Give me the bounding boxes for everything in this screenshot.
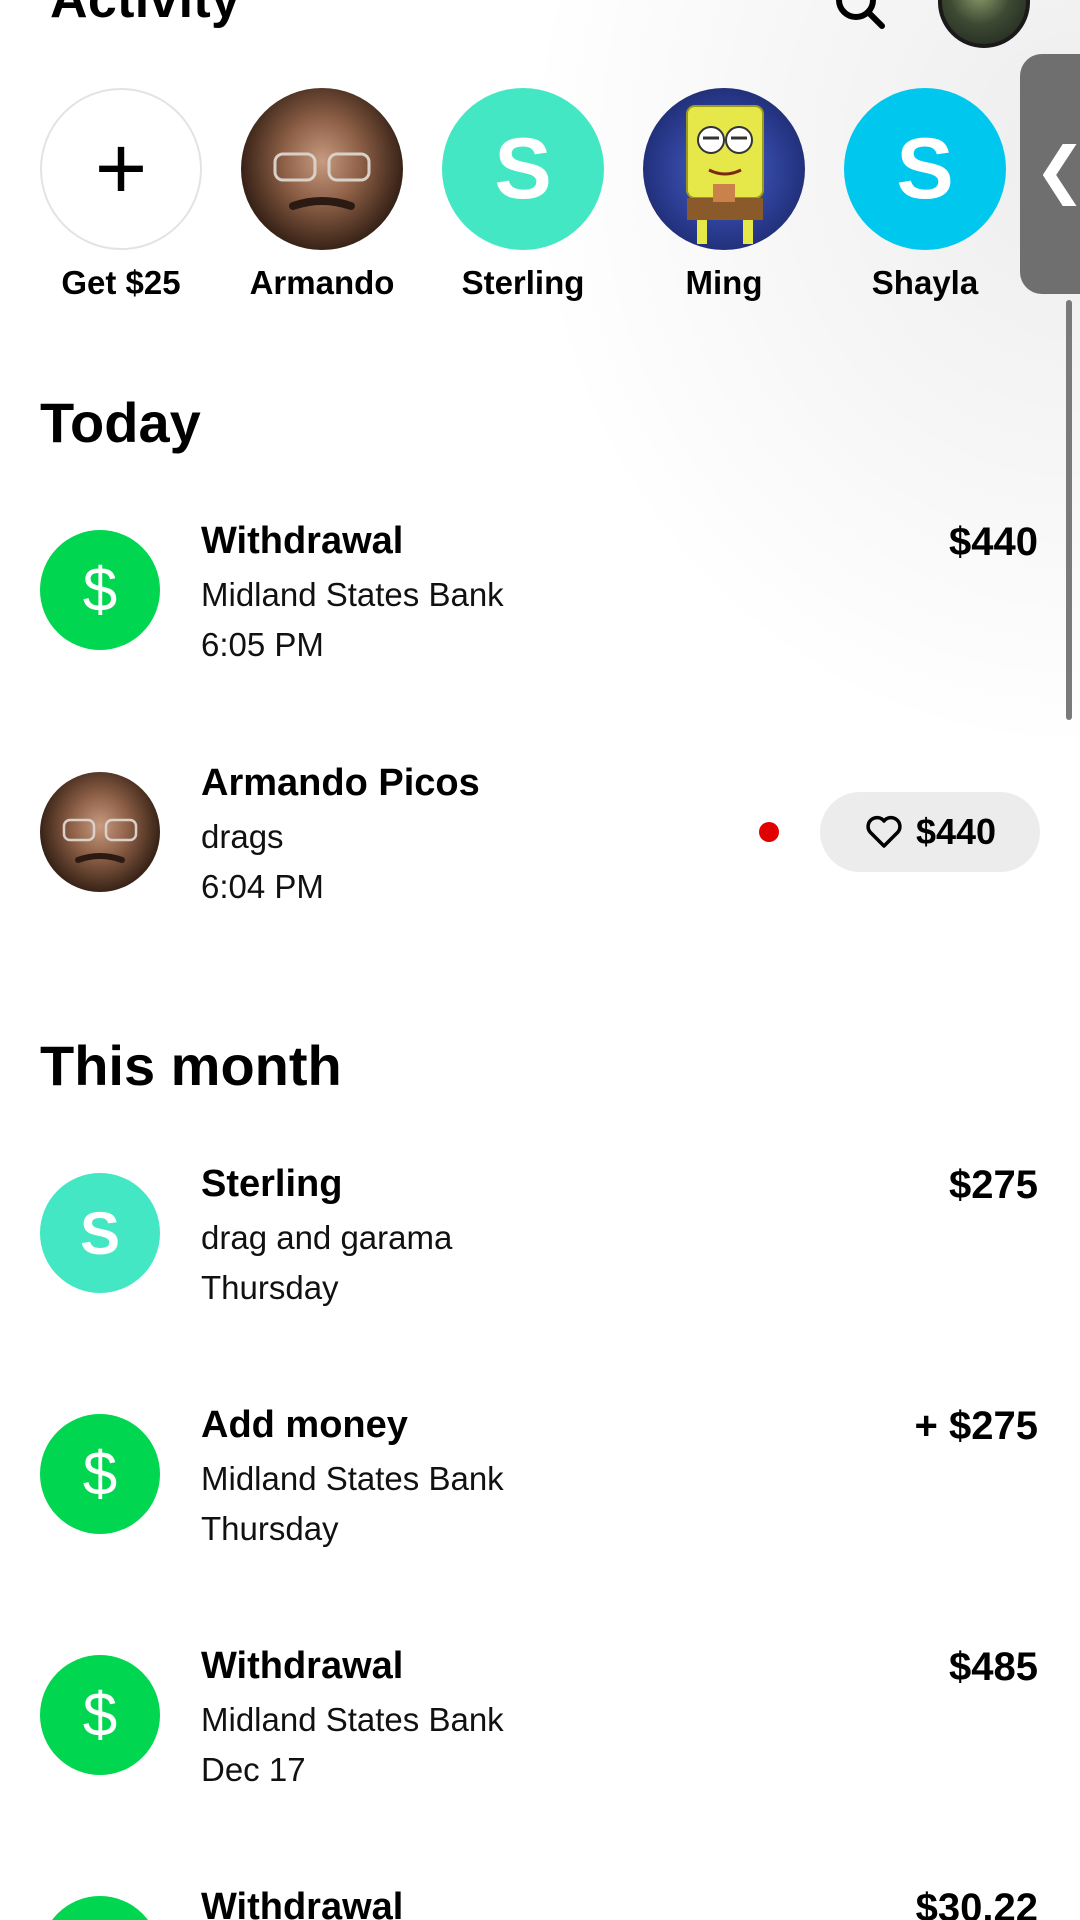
- search-icon: [836, 0, 885, 29]
- page-title: Activity: [50, 0, 241, 29]
- transaction-subtitle: drag and garama: [201, 1219, 453, 1256]
- transaction-amount: + $275: [914, 1404, 1038, 1448]
- contact-name: Shayla: [871, 264, 979, 301]
- contact-sterling[interactable]: S Sterling: [442, 88, 604, 302]
- transaction-subtitle: Midland States Bank: [201, 1701, 504, 1738]
- avatar: [40, 772, 160, 892]
- transaction-title: Withdrawal: [201, 1886, 404, 1920]
- dollar-icon: $: [82, 1680, 118, 1750]
- transaction-amount: $30.22: [915, 1886, 1038, 1920]
- transaction-amount: $485: [949, 1645, 1038, 1689]
- contact-get-25[interactable]: + Get $25: [40, 88, 202, 302]
- cartoon-sponge-icon: [686, 105, 764, 244]
- transaction-title: Withdrawal: [201, 520, 404, 562]
- transaction-title: Sterling: [201, 1163, 343, 1205]
- transaction-subtitle: Midland States Bank: [201, 576, 504, 613]
- contact-ming[interactable]: Ming: [643, 88, 805, 302]
- transaction-title: Add money: [201, 1404, 408, 1446]
- contact-name: Get $25: [61, 264, 181, 301]
- like-amount-button[interactable]: $440: [820, 792, 1040, 872]
- transaction-amount: $440: [949, 520, 1038, 564]
- transaction-title: Armando Picos: [201, 762, 480, 804]
- transaction-row[interactable]: Armando Picos drags 6:04 PM $440: [0, 762, 1080, 932]
- transaction-amount: $275: [949, 1163, 1038, 1207]
- contact-armando[interactable]: Armando: [241, 88, 403, 302]
- cash-app-icon: [40, 1896, 160, 1920]
- transaction-title: Withdrawal: [201, 1645, 404, 1687]
- section-title-this-month: This month: [40, 1034, 342, 1097]
- search-button[interactable]: [830, 0, 890, 40]
- invite-circle: +: [40, 88, 202, 250]
- dollar-icon: $: [82, 555, 118, 625]
- contact-name: Armando: [249, 264, 395, 301]
- header: Activity: [0, 0, 1080, 60]
- transaction-row[interactable]: $ Add money Midland States Bank Thursday…: [0, 1404, 1080, 1574]
- transaction-row[interactable]: Withdrawal $30.22: [0, 1886, 1080, 1920]
- cash-app-icon: $: [40, 1655, 160, 1775]
- avatar: [241, 88, 403, 250]
- transaction-row[interactable]: $ Withdrawal Midland States Bank Dec 17 …: [0, 1645, 1080, 1815]
- section-title-today: Today: [40, 391, 201, 454]
- transaction-row[interactable]: $ Withdrawal Midland States Bank 6:05 PM…: [0, 520, 1080, 690]
- heart-icon: [866, 815, 902, 848]
- face-photo-icon: [62, 818, 138, 863]
- transaction-time: Thursday: [201, 1269, 339, 1306]
- cash-app-icon: $: [40, 530, 160, 650]
- contact-name: Sterling: [461, 264, 585, 301]
- avatar: S: [40, 1173, 160, 1293]
- transaction-time: 6:05 PM: [201, 626, 324, 663]
- unread-dot: [759, 822, 779, 842]
- avatar-letter: S: [79, 1199, 121, 1267]
- face-photo-icon: [273, 152, 371, 210]
- transaction-subtitle: drags: [201, 818, 284, 855]
- transaction-amount: $440: [915, 811, 997, 852]
- contact-shayla[interactable]: S Shayla: [844, 88, 1006, 302]
- dollar-icon: $: [82, 1439, 118, 1509]
- chevron-left-icon: ❮: [1034, 140, 1080, 202]
- avatar-letter: S: [494, 120, 552, 217]
- transaction-time: 6:04 PM: [201, 868, 324, 905]
- avatar: S: [844, 88, 1006, 250]
- avatar: S: [442, 88, 604, 250]
- transaction-time: Dec 17: [201, 1751, 306, 1788]
- recent-contacts: + Get $25 Armando S Sterling Ming S Shay…: [0, 88, 1080, 318]
- avatar-letter: S: [896, 120, 954, 217]
- transaction-subtitle: Midland States Bank: [201, 1460, 504, 1497]
- plus-icon: +: [94, 119, 148, 219]
- avatar: [643, 88, 805, 250]
- cash-app-icon: $: [40, 1414, 160, 1534]
- transaction-row[interactable]: S Sterling drag and garama Thursday $275: [0, 1163, 1080, 1333]
- side-panel-handle[interactable]: ❮: [1020, 54, 1080, 294]
- contact-name: Ming: [685, 264, 763, 301]
- transaction-time: Thursday: [201, 1510, 339, 1547]
- profile-avatar[interactable]: [938, 0, 1030, 48]
